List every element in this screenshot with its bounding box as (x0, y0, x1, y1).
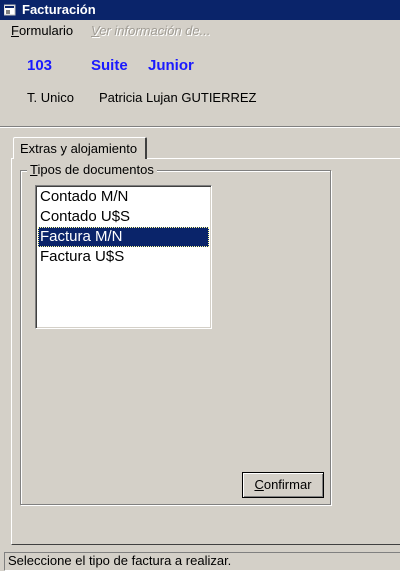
confirm-button-label: onfirmar (263, 477, 312, 492)
menu-formulario-accesskey: F (11, 23, 19, 38)
window-app-icon[interactable] (4, 4, 16, 16)
group-caption-label: ipos de documentos (37, 162, 154, 177)
list-item[interactable]: Factura U$S (38, 247, 209, 267)
menu-ver-informacion-accesskey: V (91, 23, 100, 38)
tab-extras-y-alojamiento[interactable]: Extras y alojamiento (13, 137, 147, 159)
group-caption: Tipos de documentos (27, 162, 157, 178)
tab-label: Extras y alojamiento (20, 141, 138, 156)
menu-formulario[interactable]: Formulario (11, 23, 73, 39)
status-bar: Seleccione el tipo de factura a realizar… (4, 552, 400, 571)
title-bar[interactable]: Facturación (0, 0, 400, 20)
room-category: Junior (148, 57, 194, 74)
room-number: 103 (27, 57, 53, 74)
list-item[interactable]: Factura M/N (38, 227, 209, 247)
room-type: Suite (91, 57, 128, 74)
menu-formulario-label: ormulario (18, 23, 74, 38)
confirm-button[interactable]: Confirmar (242, 472, 324, 498)
confirm-button-accesskey: C (254, 477, 264, 492)
menu-ver-informacion[interactable]: Ver información de... (91, 23, 210, 39)
guest-name: Patricia Lujan GUTIERREZ (99, 90, 257, 105)
header-separator (0, 126, 400, 128)
tariff-type: T. Unico (27, 90, 74, 105)
list-item[interactable]: Contado M/N (38, 187, 209, 207)
menu-bar: Formulario Ver información de... (0, 20, 400, 42)
window-title: Facturación (22, 2, 96, 17)
document-types-list[interactable]: Contado M/N Contado U$S Factura M/N Factura… (35, 185, 212, 329)
guest-info-panel (0, 42, 400, 126)
list-item[interactable]: Contado U$S (38, 207, 209, 227)
menu-ver-informacion-label: er información de... (99, 23, 211, 38)
